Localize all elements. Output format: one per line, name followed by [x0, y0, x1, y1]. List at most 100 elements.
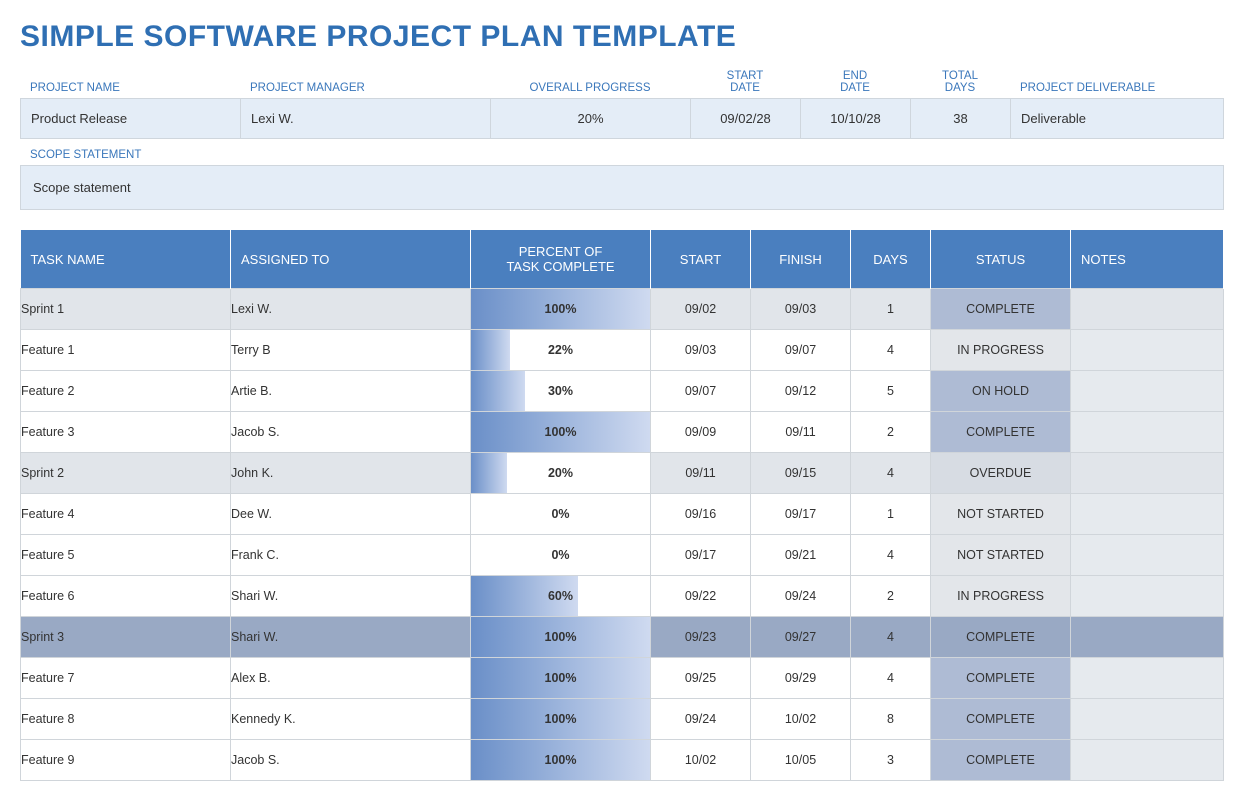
cell-notes[interactable] [1071, 658, 1224, 699]
cell-start[interactable]: 09/16 [651, 494, 751, 535]
cell-assigned[interactable]: Shari W. [231, 576, 471, 617]
cell-assigned[interactable]: John K. [231, 453, 471, 494]
cell-days[interactable]: 4 [851, 658, 931, 699]
cell-days[interactable]: 2 [851, 576, 931, 617]
cell-finish[interactable]: 09/17 [751, 494, 851, 535]
cell-finish[interactable]: 09/24 [751, 576, 851, 617]
cell-percent[interactable]: 22% [471, 330, 651, 371]
cell-days[interactable]: 2 [851, 412, 931, 453]
cell-percent[interactable]: 0% [471, 535, 651, 576]
cell-status[interactable]: COMPLETE [931, 699, 1071, 740]
cell-assigned[interactable]: Frank C. [231, 535, 471, 576]
value-project-manager[interactable]: Lexi W. [241, 99, 491, 138]
cell-task-name[interactable]: Feature 1 [21, 330, 231, 371]
cell-task-name[interactable]: Feature 8 [21, 699, 231, 740]
cell-finish[interactable]: 09/27 [751, 617, 851, 658]
cell-start[interactable]: 09/23 [651, 617, 751, 658]
cell-status[interactable]: ON HOLD [931, 371, 1071, 412]
cell-days[interactable]: 4 [851, 535, 931, 576]
scope-value[interactable]: Scope statement [20, 165, 1224, 210]
cell-start[interactable]: 09/03 [651, 330, 751, 371]
cell-start[interactable]: 09/25 [651, 658, 751, 699]
cell-assigned[interactable]: Dee W. [231, 494, 471, 535]
cell-finish[interactable]: 09/11 [751, 412, 851, 453]
cell-assigned[interactable]: Terry B [231, 330, 471, 371]
cell-days[interactable]: 4 [851, 453, 931, 494]
cell-assigned[interactable]: Jacob S. [231, 740, 471, 781]
cell-start[interactable]: 09/24 [651, 699, 751, 740]
value-project-name[interactable]: Product Release [21, 99, 241, 138]
cell-start[interactable]: 10/02 [651, 740, 751, 781]
cell-notes[interactable] [1071, 453, 1224, 494]
cell-notes[interactable] [1071, 535, 1224, 576]
cell-assigned[interactable]: Jacob S. [231, 412, 471, 453]
cell-start[interactable]: 09/07 [651, 371, 751, 412]
cell-days[interactable]: 8 [851, 699, 931, 740]
cell-finish[interactable]: 10/02 [751, 699, 851, 740]
cell-status[interactable]: COMPLETE [931, 740, 1071, 781]
cell-status[interactable]: OVERDUE [931, 453, 1071, 494]
value-total-days[interactable]: 38 [911, 99, 1011, 138]
cell-percent[interactable]: 100% [471, 289, 651, 330]
cell-finish[interactable]: 09/29 [751, 658, 851, 699]
cell-percent[interactable]: 30% [471, 371, 651, 412]
cell-percent[interactable]: 100% [471, 740, 651, 781]
cell-assigned[interactable]: Shari W. [231, 617, 471, 658]
cell-assigned[interactable]: Lexi W. [231, 289, 471, 330]
cell-notes[interactable] [1071, 740, 1224, 781]
cell-task-name[interactable]: Feature 7 [21, 658, 231, 699]
cell-days[interactable]: 1 [851, 494, 931, 535]
cell-task-name[interactable]: Sprint 2 [21, 453, 231, 494]
cell-notes[interactable] [1071, 371, 1224, 412]
cell-notes[interactable] [1071, 617, 1224, 658]
cell-task-name[interactable]: Feature 4 [21, 494, 231, 535]
cell-status[interactable]: COMPLETE [931, 617, 1071, 658]
cell-status[interactable]: COMPLETE [931, 289, 1071, 330]
cell-finish[interactable]: 09/07 [751, 330, 851, 371]
cell-status[interactable]: IN PROGRESS [931, 576, 1071, 617]
cell-notes[interactable] [1071, 330, 1224, 371]
cell-start[interactable]: 09/09 [651, 412, 751, 453]
cell-percent[interactable]: 100% [471, 412, 651, 453]
cell-days[interactable]: 3 [851, 740, 931, 781]
cell-task-name[interactable]: Feature 2 [21, 371, 231, 412]
value-overall-progress[interactable]: 20% [491, 99, 691, 138]
cell-status[interactable]: COMPLETE [931, 658, 1071, 699]
value-end-date[interactable]: 10/10/28 [801, 99, 911, 138]
cell-finish[interactable]: 09/12 [751, 371, 851, 412]
value-start-date[interactable]: 09/02/28 [691, 99, 801, 138]
cell-finish[interactable]: 09/03 [751, 289, 851, 330]
cell-percent[interactable]: 100% [471, 699, 651, 740]
cell-status[interactable]: IN PROGRESS [931, 330, 1071, 371]
cell-assigned[interactable]: Artie B. [231, 371, 471, 412]
cell-task-name[interactable]: Feature 6 [21, 576, 231, 617]
cell-finish[interactable]: 09/15 [751, 453, 851, 494]
cell-days[interactable]: 1 [851, 289, 931, 330]
cell-task-name[interactable]: Feature 9 [21, 740, 231, 781]
cell-status[interactable]: NOT STARTED [931, 494, 1071, 535]
value-deliverable[interactable]: Deliverable [1011, 99, 1223, 138]
cell-days[interactable]: 4 [851, 330, 931, 371]
cell-task-name[interactable]: Sprint 3 [21, 617, 231, 658]
cell-assigned[interactable]: Alex B. [231, 658, 471, 699]
cell-percent[interactable]: 100% [471, 658, 651, 699]
cell-assigned[interactable]: Kennedy K. [231, 699, 471, 740]
cell-start[interactable]: 09/22 [651, 576, 751, 617]
cell-percent[interactable]: 100% [471, 617, 651, 658]
cell-notes[interactable] [1071, 412, 1224, 453]
cell-start[interactable]: 09/02 [651, 289, 751, 330]
cell-finish[interactable]: 09/21 [751, 535, 851, 576]
cell-notes[interactable] [1071, 699, 1224, 740]
cell-percent[interactable]: 20% [471, 453, 651, 494]
cell-start[interactable]: 09/11 [651, 453, 751, 494]
cell-task-name[interactable]: Feature 3 [21, 412, 231, 453]
cell-task-name[interactable]: Sprint 1 [21, 289, 231, 330]
cell-percent[interactable]: 0% [471, 494, 651, 535]
cell-status[interactable]: COMPLETE [931, 412, 1071, 453]
cell-finish[interactable]: 10/05 [751, 740, 851, 781]
cell-percent[interactable]: 60% [471, 576, 651, 617]
cell-start[interactable]: 09/17 [651, 535, 751, 576]
cell-notes[interactable] [1071, 576, 1224, 617]
cell-days[interactable]: 5 [851, 371, 931, 412]
cell-days[interactable]: 4 [851, 617, 931, 658]
